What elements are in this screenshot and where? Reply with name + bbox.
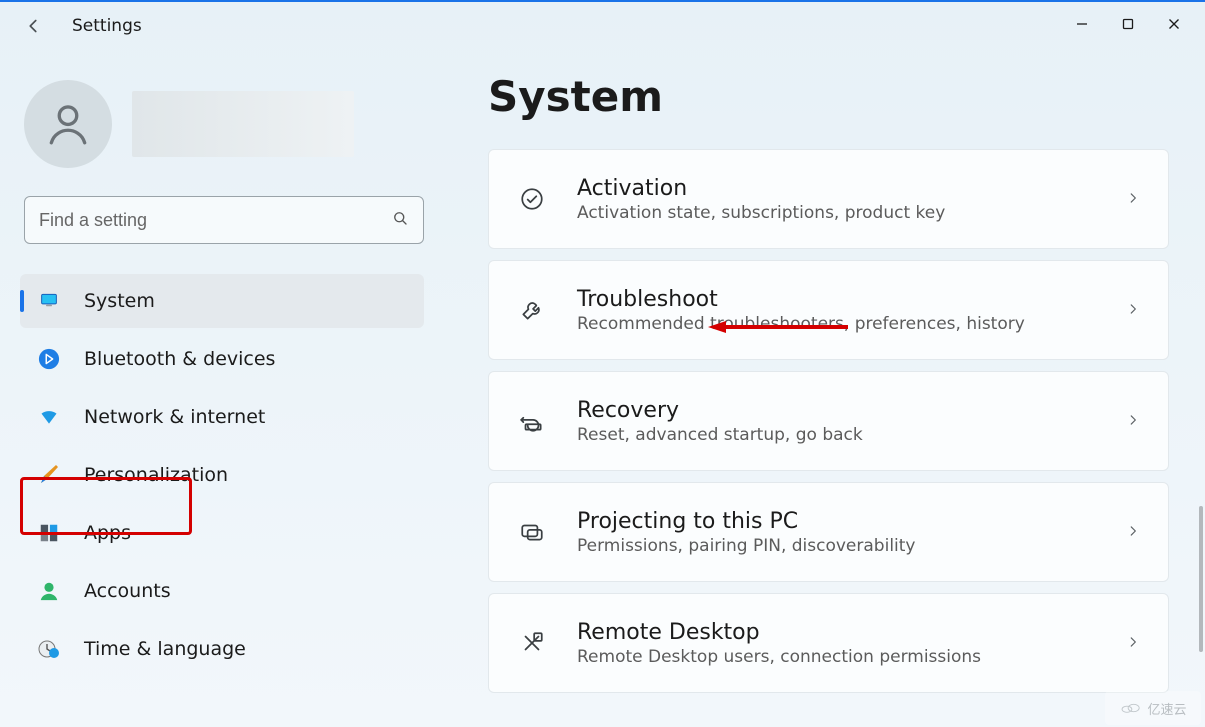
page-title: System xyxy=(488,72,1169,121)
sidebar-item-label: Apps xyxy=(84,522,131,544)
chevron-right-icon xyxy=(1126,190,1140,209)
scrollbar-thumb[interactable] xyxy=(1199,506,1203,652)
card-description: Remote Desktop users, connection permiss… xyxy=(577,647,981,667)
account-name-placeholder xyxy=(132,91,354,157)
sidebar-item-label: System xyxy=(84,290,155,312)
monitor-icon xyxy=(36,288,62,314)
minimize-button[interactable] xyxy=(1059,6,1105,42)
sidebar-item-personalization[interactable]: Personalization xyxy=(20,448,424,502)
maximize-button[interactable] xyxy=(1105,6,1151,42)
card-description: Recommended troubleshooters, preferences… xyxy=(577,314,1025,334)
card-recovery[interactable]: RecoveryReset, advanced startup, go back xyxy=(488,371,1169,471)
sidebar-item-label: Bluetooth & devices xyxy=(84,348,275,370)
card-troubleshoot[interactable]: TroubleshootRecommended troubleshooters,… xyxy=(488,260,1169,360)
card-activation[interactable]: ActivationActivation state, subscription… xyxy=(488,149,1169,249)
search-box[interactable] xyxy=(24,196,424,244)
person-icon xyxy=(36,578,62,604)
main-panel: System ActivationActivation state, subsc… xyxy=(428,50,1205,727)
app-title: Settings xyxy=(72,16,142,36)
sidebar-item-accounts[interactable]: Accounts xyxy=(20,564,424,618)
card-remote-desktop[interactable]: Remote DesktopRemote Desktop users, conn… xyxy=(488,593,1169,693)
sidebar-item-bluetooth-devices[interactable]: Bluetooth & devices xyxy=(20,332,424,386)
sidebar-item-time-language[interactable]: Time & language xyxy=(20,622,424,676)
wifi-icon xyxy=(36,404,62,430)
titlebar: Settings xyxy=(0,2,1205,50)
card-description: Reset, advanced startup, go back xyxy=(577,425,863,445)
chevron-right-icon xyxy=(1126,412,1140,431)
avatar xyxy=(24,80,112,168)
chevron-right-icon xyxy=(1126,301,1140,320)
card-description: Permissions, pairing PIN, discoverabilit… xyxy=(577,536,916,556)
sidebar: System Bluetooth & devices Network & inter… xyxy=(0,50,428,727)
sidebar-item-network-internet[interactable]: Network & internet xyxy=(20,390,424,444)
recovery-icon xyxy=(517,408,547,434)
search-input[interactable] xyxy=(39,210,391,231)
card-title: Recovery xyxy=(577,398,863,423)
remote-icon xyxy=(517,630,547,656)
sidebar-item-system[interactable]: System xyxy=(20,274,424,328)
sidebar-item-apps[interactable]: Apps xyxy=(20,506,424,560)
search-icon xyxy=(391,209,409,231)
back-icon[interactable] xyxy=(22,15,44,37)
sidebar-item-label: Accounts xyxy=(84,580,171,602)
card-title: Remote Desktop xyxy=(577,620,981,645)
card-description: Activation state, subscriptions, product… xyxy=(577,203,945,223)
brush-icon xyxy=(36,462,62,488)
chevron-right-icon xyxy=(1126,634,1140,653)
project-icon xyxy=(517,519,547,545)
card-title: Projecting to this PC xyxy=(577,509,916,534)
bluetooth-icon xyxy=(36,346,62,372)
cards-container: ActivationActivation state, subscription… xyxy=(488,149,1169,693)
close-button[interactable] xyxy=(1151,6,1197,42)
wrench-icon xyxy=(517,297,547,323)
nav-list: System Bluetooth & devices Network & inter… xyxy=(20,274,428,676)
clock-globe-icon xyxy=(36,636,62,662)
chevron-right-icon xyxy=(1126,523,1140,542)
card-projecting-to-this-pc[interactable]: Projecting to this PCPermissions, pairin… xyxy=(488,482,1169,582)
card-title: Troubleshoot xyxy=(577,287,1025,312)
apps-icon xyxy=(36,520,62,546)
sidebar-item-label: Personalization xyxy=(84,464,228,486)
check-circle-icon xyxy=(517,186,547,212)
sidebar-item-label: Network & internet xyxy=(84,406,265,428)
profile-block[interactable] xyxy=(24,80,428,168)
card-title: Activation xyxy=(577,176,945,201)
sidebar-item-label: Time & language xyxy=(84,638,246,660)
